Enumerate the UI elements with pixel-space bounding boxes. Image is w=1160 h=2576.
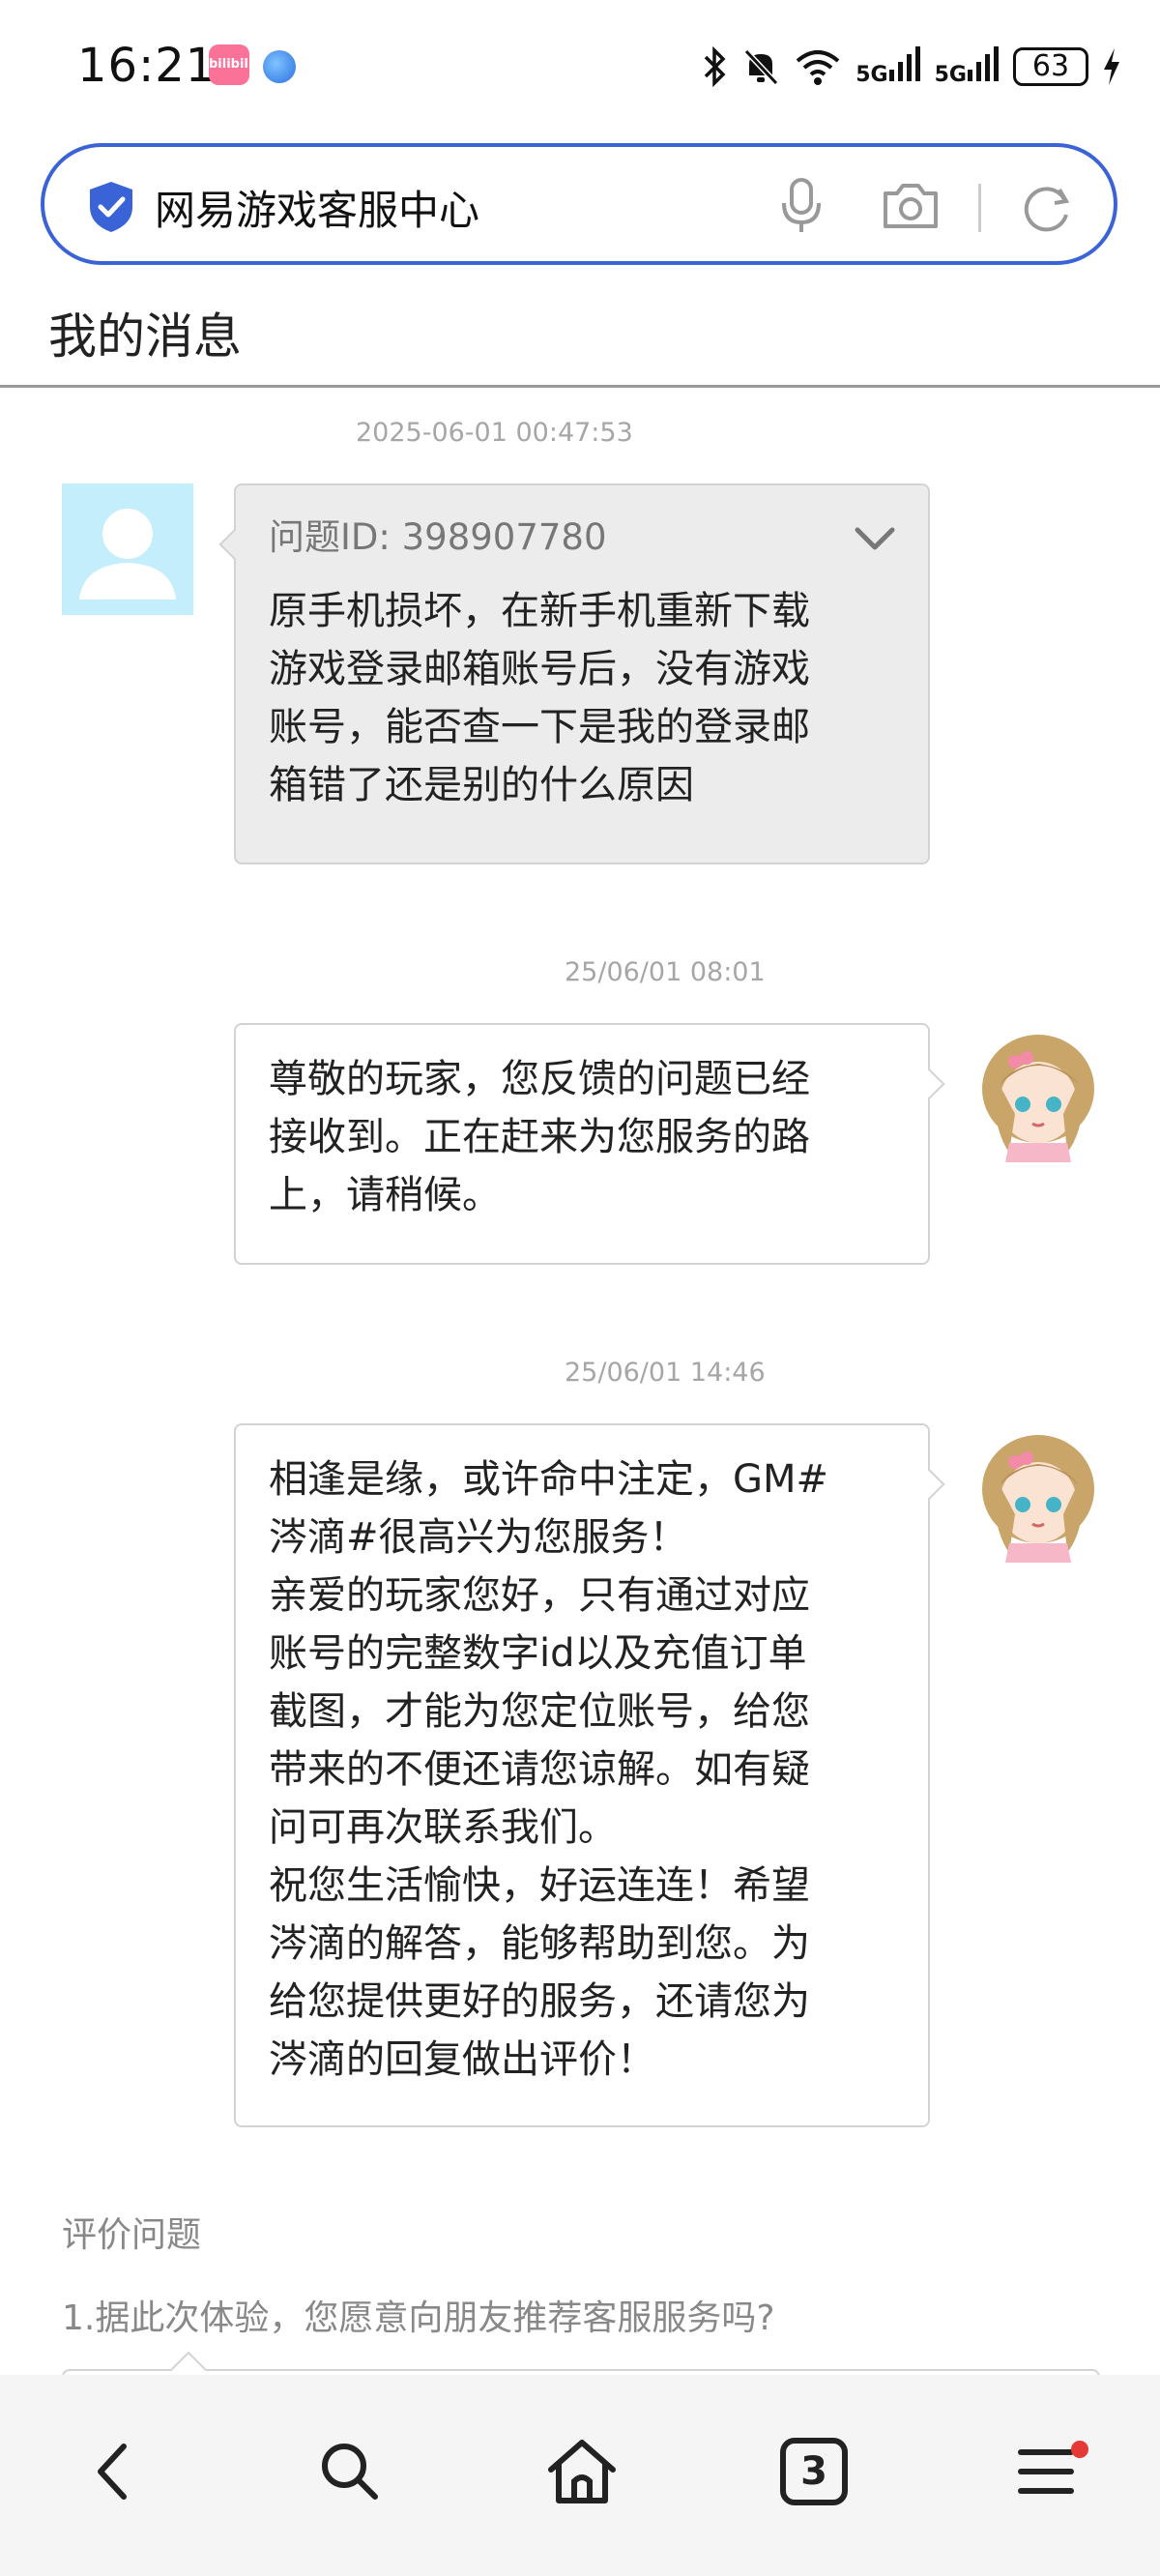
ticket-id: 问题ID: 398907780 — [269, 516, 607, 558]
wifi-icon — [796, 50, 840, 85]
user-message-bubble[interactable]: 问题ID: 398907780 原手机损坏，在新手机重新下载 游戏登录邮箱账号后… — [218, 483, 930, 864]
evaluation-question: 1.据此次体验，您愿意向朋友推荐客服服务吗? — [62, 2298, 775, 2338]
refresh-icon[interactable] — [1021, 182, 1073, 234]
message-line: 截图，才能为您定位账号，给您 — [269, 1689, 810, 1734]
message-line: 涔滴的回复做出评价！ — [269, 2037, 655, 2082]
message-line: 箱错了还是别的什么原因 — [269, 763, 694, 807]
message-line: 尊敬的玩家，您反馈的问题已经 — [269, 1057, 810, 1101]
bilibili-app-icon: bilibili — [209, 44, 252, 85]
signal-bars-icon — [888, 46, 920, 81]
bubble-tail — [914, 1068, 945, 1099]
home-icon[interactable] — [543, 2433, 621, 2510]
message-line: 上，请稍候。 — [269, 1173, 501, 1217]
charging-icon — [1104, 48, 1119, 85]
gm-avatar-image — [982, 1035, 1094, 1162]
gm-avatar-image — [982, 1435, 1094, 1563]
message-line: 带来的不便还请您谅解。如有疑 — [269, 1747, 810, 1792]
message-line: 涔滴的解答，能够帮助到您。为 — [269, 1921, 810, 1966]
message-timestamp: 2025-06-01 00:47:53 — [356, 418, 633, 448]
app-notification-icon — [263, 50, 296, 83]
signal-bars-icon — [968, 46, 999, 81]
default-avatar-icon — [79, 509, 176, 600]
address-search-bar[interactable]: 网易游戏客服中心 — [41, 143, 1117, 265]
tabs-button[interactable]: 3 — [775, 2433, 853, 2510]
gm-message-bubble[interactable]: 尊敬的玩家，您反馈的问题已经 接收到。正在赶来为您服务的路 上，请稍候。 — [234, 1023, 945, 1265]
message-line: 祝您生活愉快，好运连连！希望 — [269, 1863, 810, 1908]
message-line: 问可再次联系我们。 — [269, 1805, 617, 1850]
message-line: 涔滴#很高兴为您服务！ — [269, 1515, 688, 1560]
user-avatar[interactable] — [62, 483, 193, 615]
gm-avatar[interactable] — [971, 1427, 1106, 1563]
bubble-tail — [218, 529, 249, 560]
message-line: 游戏登录邮箱账号后，没有游戏 — [269, 647, 810, 691]
gm-avatar[interactable] — [971, 1027, 1106, 1162]
signal-2: 5G — [935, 44, 1000, 89]
message-line: 原手机损坏，在新手机重新下载 — [269, 589, 810, 633]
shield-check-icon — [90, 182, 132, 232]
search-separator — [978, 184, 981, 232]
message-line: 账号的完整数字id以及充值订单 — [269, 1631, 807, 1676]
microphone-icon[interactable] — [779, 176, 824, 234]
gm-message-bubble[interactable]: 相逢是缘，或许命中注定，GM# 涔滴#很高兴为您服务！ 亲爱的玩家您好，只有通过… — [234, 1423, 945, 2127]
evaluation-title: 评价问题 — [62, 2215, 202, 2255]
message-line: 给您提供更好的服务，还请您为 — [269, 1979, 810, 2024]
message-line: 亲爱的玩家您好，只有通过对应 — [269, 1573, 810, 1618]
status-icons: 5G 5G 63 — [703, 43, 1121, 91]
header-divider — [0, 385, 1160, 388]
back-icon[interactable] — [75, 2433, 153, 2510]
mute-bell-icon — [744, 48, 779, 86]
camera-icon[interactable] — [882, 178, 940, 232]
message-line: 相逢是缘，或许命中注定，GM# — [269, 1457, 829, 1502]
bluetooth-icon — [705, 46, 726, 87]
signal-1: 5G — [856, 44, 920, 89]
notification-dot — [1071, 2441, 1088, 2458]
bubble-tail — [914, 1469, 945, 1500]
chevron-down-icon[interactable] — [855, 526, 895, 551]
message-timestamp: 25/06/01 08:01 — [565, 957, 766, 987]
message-line: 接收到。正在赶来为您服务的路 — [269, 1115, 810, 1159]
tab-count: 3 — [800, 2449, 827, 2494]
search-icon[interactable] — [311, 2433, 389, 2510]
message-line: 账号，能否查一下是我的登录邮 — [269, 705, 810, 749]
status-bar: 16:21 bilibili 5G 5G 63 — [0, 0, 1160, 135]
bottom-navigation-bar: 3 — [0, 2375, 1160, 2576]
status-time: 16:21 — [77, 39, 217, 93]
battery-indicator: 63 — [1013, 47, 1088, 86]
message-timestamp: 25/06/01 14:46 — [565, 1358, 766, 1388]
search-query-text[interactable]: 网易游戏客服中心 — [155, 178, 479, 237]
page-title: 我的消息 — [48, 308, 242, 365]
